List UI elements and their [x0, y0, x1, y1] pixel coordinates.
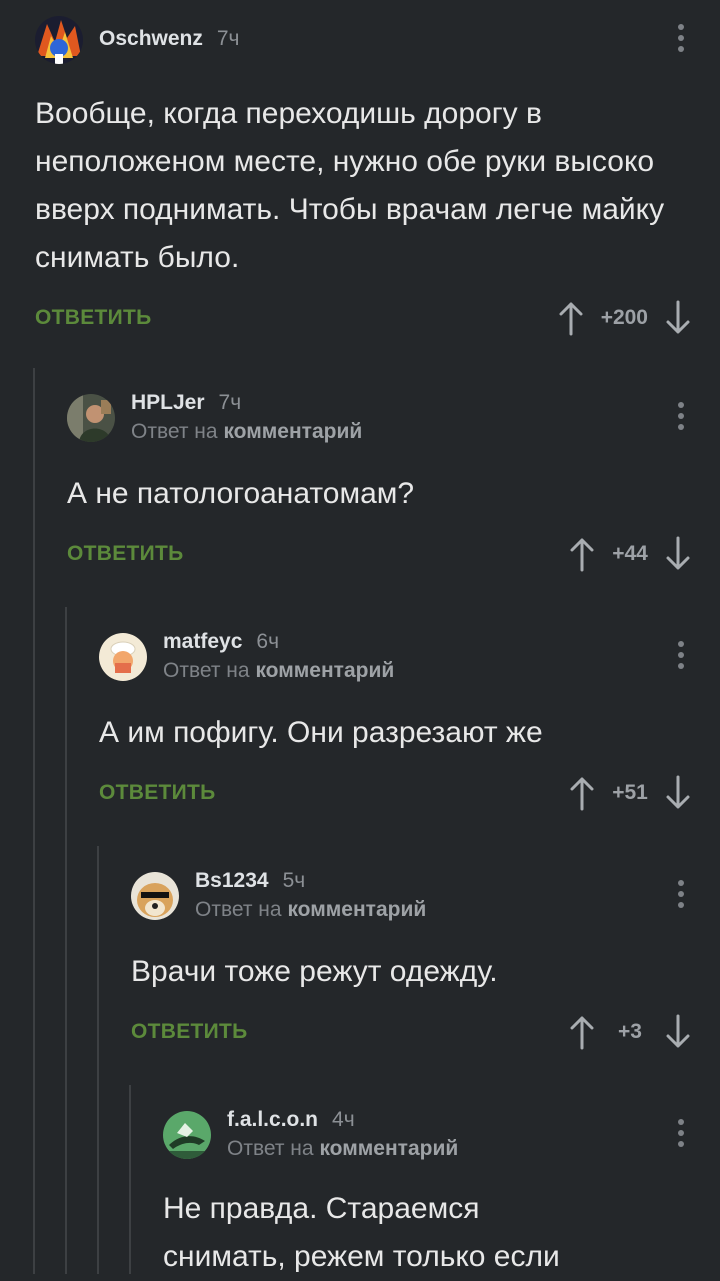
thread-line-4	[129, 1085, 131, 1274]
comment-header: matfeyc 6ч Ответ на комментарий	[99, 630, 720, 697]
rating: +44	[612, 542, 648, 565]
timestamp: 4ч	[332, 1108, 355, 1131]
more-vertical-icon[interactable]	[674, 402, 688, 430]
reply-button[interactable]: ОТВЕТИТЬ	[35, 306, 152, 330]
comment-text: А не патологоанатомам?	[67, 477, 415, 510]
thread-line-3	[97, 846, 99, 1274]
more-vertical-icon[interactable]	[674, 24, 688, 52]
arrow-down-icon[interactable]	[664, 775, 692, 811]
arrow-up-icon[interactable]	[568, 536, 596, 572]
comment-header: Oschwenz 7ч	[35, 16, 720, 80]
comment-text: А им пофигу. Они разрезают же	[99, 716, 543, 749]
comment-meta: f.a.l.c.o.n 4ч Ответ на комментарий	[227, 1107, 458, 1163]
reply-button[interactable]: ОТВЕТИТЬ	[99, 781, 216, 805]
avatar[interactable]	[131, 872, 179, 920]
vote-controls: +51	[568, 775, 692, 811]
reply-prefix: Ответ на	[195, 898, 282, 921]
comment-actions: ОТВЕТИТЬ +51	[99, 775, 720, 815]
comment-actions: ОТВЕТИТЬ +44	[67, 536, 720, 576]
comment-header: f.a.l.c.o.n 4ч Ответ на комментарий	[163, 1108, 720, 1175]
comment-header: HPLJer 7ч Ответ на комментарий	[67, 391, 720, 458]
reply-target-link[interactable]: комментарий	[223, 420, 362, 443]
timestamp: 7ч	[216, 27, 240, 50]
reply-to: Ответ на комментарий	[163, 657, 394, 685]
arrow-up-icon[interactable]	[568, 1014, 596, 1050]
timestamp: 7ч	[218, 391, 242, 414]
avatar[interactable]	[99, 633, 147, 681]
comment: matfeyc 6ч Ответ на комментарий А им пофи…	[99, 630, 720, 815]
username[interactable]: matfeyc	[163, 630, 242, 653]
avatar[interactable]	[163, 1111, 211, 1159]
avatar[interactable]	[67, 394, 115, 442]
rating: +3	[618, 1020, 642, 1043]
reply-to: Ответ на комментарий	[227, 1135, 458, 1163]
comment-text: Вообще, когда переходишь дорогу в неполо…	[35, 97, 665, 274]
timestamp: 6ч	[256, 630, 280, 653]
reply-button[interactable]: ОТВЕТИТЬ	[131, 1020, 248, 1044]
rating: +200	[600, 306, 648, 329]
more-vertical-icon[interactable]	[674, 1119, 688, 1147]
comment-text: Не правда. Стараемся снимать, режем толь…	[163, 1192, 560, 1273]
avatar[interactable]	[35, 16, 83, 64]
reply-to: Ответ на комментарий	[131, 418, 362, 446]
thread-line-1	[33, 368, 35, 1274]
vote-controls: +3	[568, 1014, 692, 1050]
reply-prefix: Ответ на	[163, 659, 250, 682]
vote-controls: +200	[557, 300, 692, 336]
arrow-up-icon[interactable]	[557, 300, 585, 336]
comment-meta: matfeyc 6ч Ответ на комментарий	[163, 629, 394, 685]
username[interactable]: f.a.l.c.o.n	[227, 1108, 318, 1131]
comment: f.a.l.c.o.n 4ч Ответ на комментарий Не пр…	[163, 1108, 720, 1281]
reply-target-link[interactable]: комментарий	[287, 898, 426, 921]
reply-to: Ответ на комментарий	[195, 896, 426, 924]
comment: HPLJer 7ч Ответ на комментарий А не патол…	[67, 391, 720, 576]
reply-button[interactable]: ОТВЕТИТЬ	[67, 542, 184, 566]
more-vertical-icon[interactable]	[674, 641, 688, 669]
timestamp: 5ч	[282, 869, 306, 892]
comment-meta: HPLJer 7ч Ответ на комментарий	[131, 390, 362, 446]
comment-actions: ОТВЕТИТЬ +200	[35, 300, 720, 340]
reply-target-link[interactable]: комментарий	[319, 1137, 458, 1160]
more-vertical-icon[interactable]	[674, 880, 688, 908]
comment-text: Врачи тоже режут одежду.	[131, 955, 498, 988]
username[interactable]: Oschwenz	[99, 27, 203, 50]
thread-line-2	[65, 607, 67, 1274]
comment-header: Bs1234 5ч Ответ на комментарий	[131, 869, 720, 936]
comment-meta: Bs1234 5ч Ответ на комментарий	[195, 868, 426, 924]
comment-actions: ОТВЕТИТЬ +3	[131, 1014, 720, 1054]
reply-prefix: Ответ на	[227, 1137, 314, 1160]
vote-controls: +44	[568, 536, 692, 572]
arrow-up-icon[interactable]	[568, 775, 596, 811]
reply-target-link[interactable]: комментарий	[255, 659, 394, 682]
arrow-down-icon[interactable]	[664, 300, 692, 336]
arrow-down-icon[interactable]	[664, 536, 692, 572]
username[interactable]: HPLJer	[131, 391, 205, 414]
rating: +51	[612, 781, 648, 804]
reply-prefix: Ответ на	[131, 420, 218, 443]
arrow-down-icon[interactable]	[664, 1014, 692, 1050]
username[interactable]: Bs1234	[195, 869, 269, 892]
comment: Oschwenz 7ч Вообще, когда переходишь доро…	[35, 16, 720, 340]
comment: Bs1234 5ч Ответ на комментарий Врачи тоже…	[131, 869, 720, 1054]
comment-meta: Oschwenz 7ч	[99, 26, 240, 52]
